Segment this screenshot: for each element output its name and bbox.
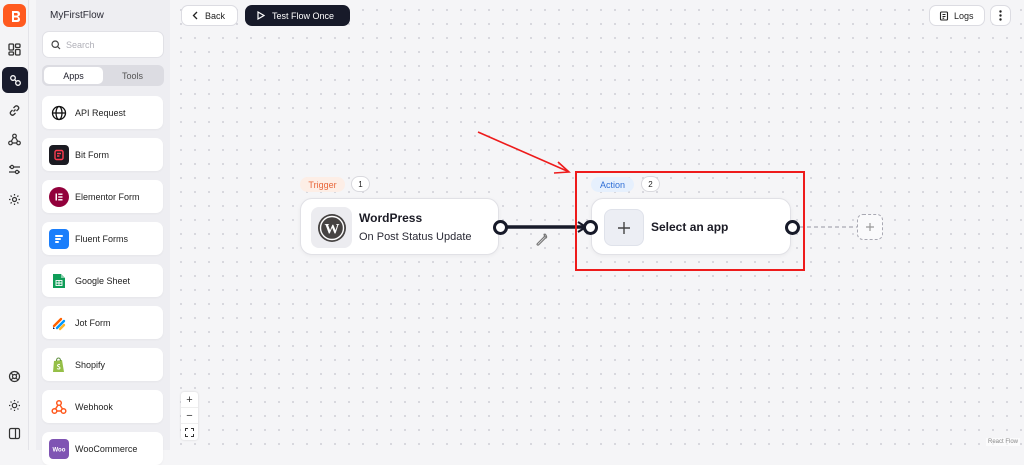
action-output-handle[interactable]: [785, 220, 800, 235]
add-node-button[interactable]: [857, 214, 883, 240]
test-flow-button[interactable]: Test Flow Once: [245, 5, 350, 26]
more-options-button[interactable]: [990, 5, 1011, 26]
logs-button[interactable]: Logs: [929, 5, 985, 26]
fit-view-icon[interactable]: [181, 424, 198, 440]
annotation-arrow: [478, 132, 567, 171]
test-flow-label: Test Flow Once: [272, 11, 334, 21]
zoom-out-icon[interactable]: −: [181, 408, 198, 424]
trigger-title: WordPress: [359, 211, 422, 225]
more-vertical-icon: [999, 10, 1002, 21]
back-button[interactable]: Back: [181, 5, 238, 26]
zoom-in-icon[interactable]: +: [181, 392, 198, 408]
trigger-tag: Trigger: [300, 177, 345, 192]
wordpress-icon: W: [311, 207, 352, 248]
action-title: Select an app: [651, 220, 728, 234]
wrench-icon[interactable]: [535, 233, 548, 251]
annotation-arrowhead: [554, 162, 569, 173]
trigger-subtitle: On Post Status Update: [359, 231, 472, 243]
zoom-controls: + −: [181, 392, 198, 440]
plus-icon[interactable]: [604, 209, 644, 246]
logs-icon: [939, 11, 949, 21]
add-icon: [865, 222, 875, 232]
react-flow-attribution[interactable]: React Flow: [986, 438, 1020, 446]
trigger-step-number: 1: [351, 176, 370, 192]
action-input-handle[interactable]: [583, 220, 598, 235]
action-tag: Action: [591, 177, 634, 192]
back-label: Back: [205, 11, 225, 21]
logs-label: Logs: [954, 11, 974, 21]
action-step-number: 2: [641, 176, 660, 192]
action-node[interactable]: Select an app: [591, 198, 791, 255]
trigger-node[interactable]: W WordPress On Post Status Update: [300, 198, 499, 255]
chevron-left-icon: [192, 11, 198, 20]
trigger-output-handle[interactable]: [493, 220, 508, 235]
play-icon: [257, 11, 265, 20]
svg-text:W: W: [324, 221, 339, 237]
